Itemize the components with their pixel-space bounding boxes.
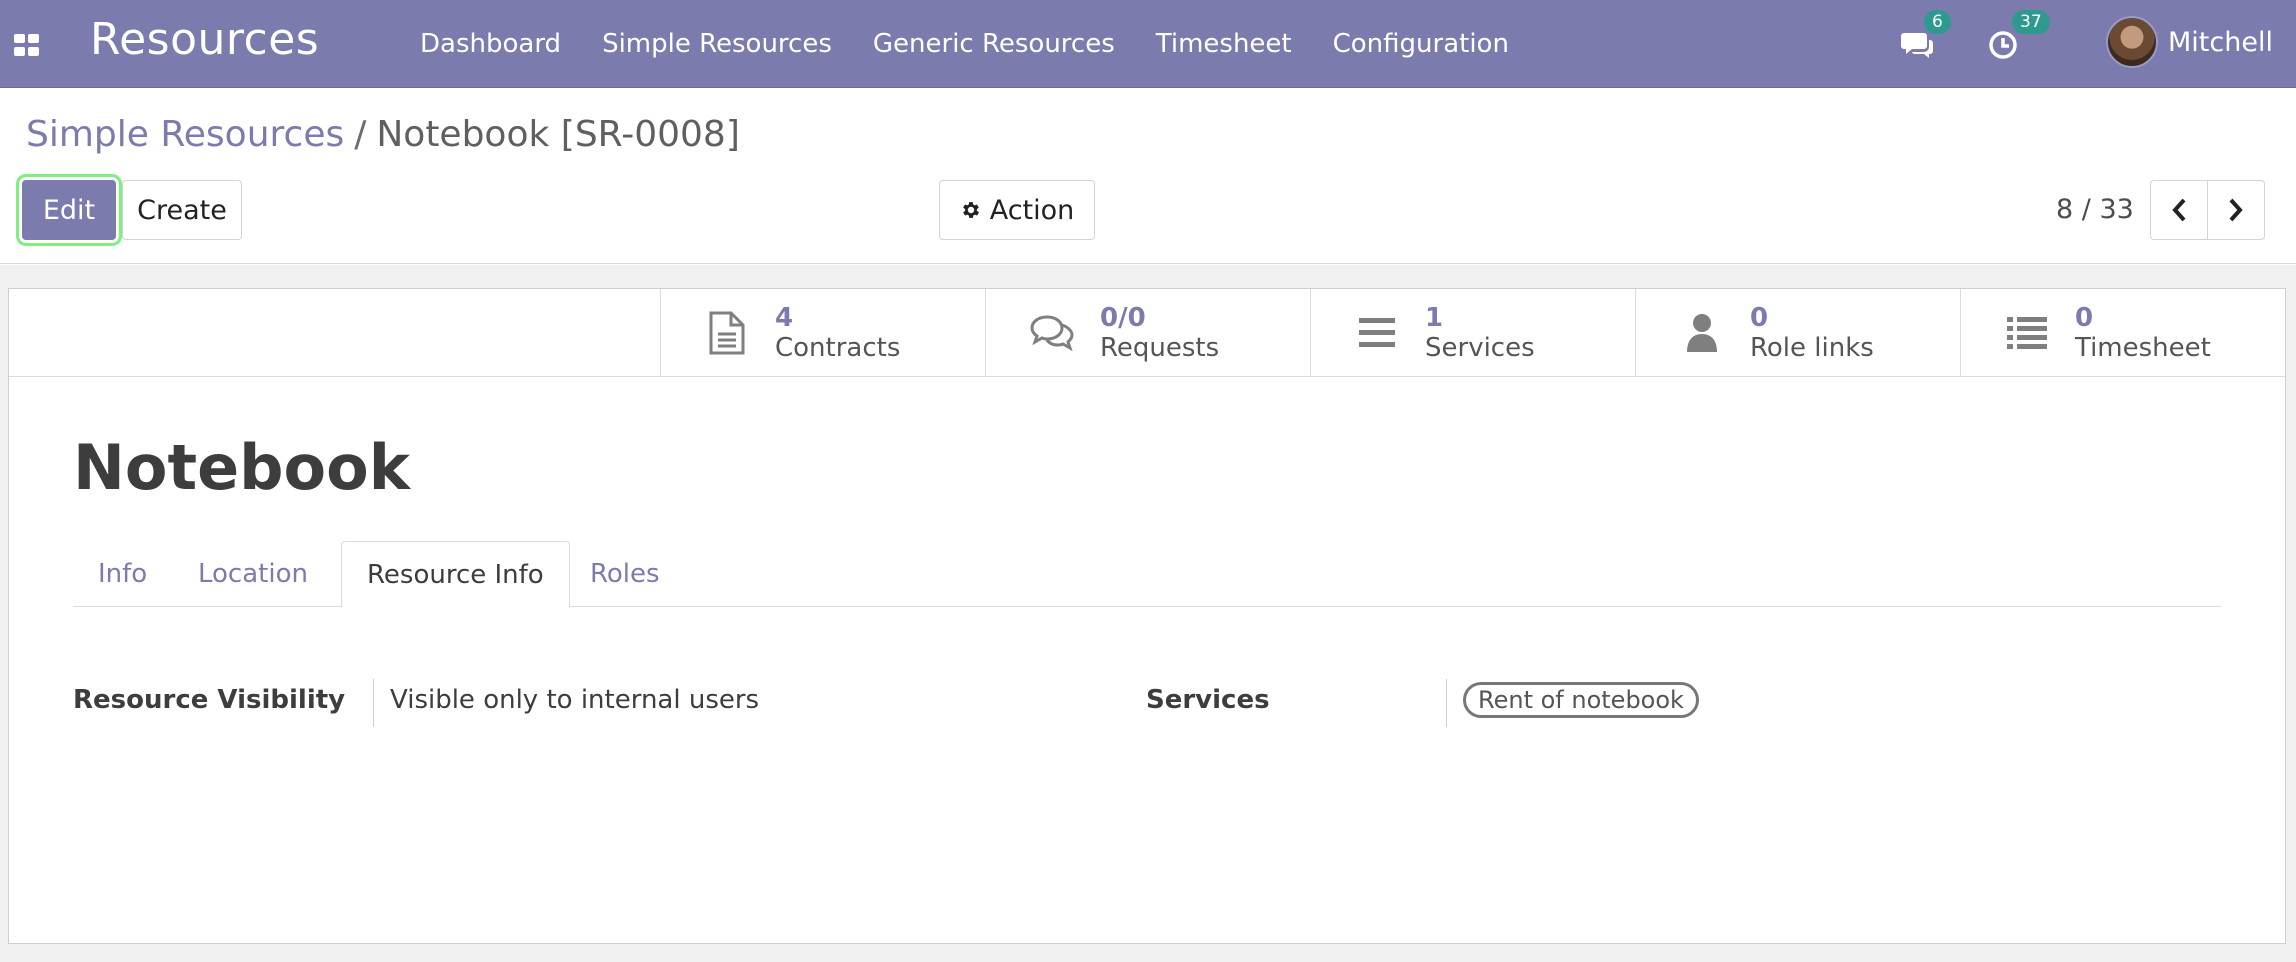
menu-simple-resources[interactable]: Simple Resources (602, 29, 832, 59)
resource-visibility-label: Resource Visibility (73, 685, 346, 715)
bars-icon (1359, 318, 1395, 347)
pager-previous-button[interactable] (2150, 180, 2208, 240)
breadcrumb-current: Notebook [SR-0008] (376, 114, 740, 155)
notebook-tabs: Info Location Resource Info Roles (73, 541, 2221, 608)
form-sheet: 4 Contracts 0/0 Requests 1 Services 0 Ro… (8, 288, 2286, 944)
requests-label: Requests (1100, 333, 1220, 363)
control-panel: Simple Resources / Notebook [SR-0008] Edit… (0, 88, 2296, 264)
tab-roles[interactable]: Roles (565, 541, 685, 607)
requests-smart-button[interactable]: 0/0 Requests (985, 289, 1310, 377)
clock-icon (1989, 31, 2017, 59)
breadcrumb: Simple Resources / Notebook [SR-0008] (26, 114, 740, 155)
role-links-count: 0 (1750, 303, 1769, 333)
timesheet-label: Timesheet (2075, 333, 2211, 363)
comments-icon (1030, 315, 1074, 352)
contracts-count: 4 (775, 303, 794, 333)
services-smart-button[interactable]: 1 Services (1310, 289, 1635, 377)
menu-timesheet[interactable]: Timesheet (1156, 29, 1292, 59)
timesheet-count: 0 (2075, 303, 2094, 333)
smart-button-box: 4 Contracts 0/0 Requests 1 Services 0 Ro… (9, 289, 2285, 377)
list-icon (2007, 317, 2047, 349)
breadcrumb-separator: / (354, 114, 367, 155)
activities-tray[interactable]: 37 (1988, 10, 2050, 60)
role-links-smart-button[interactable]: 0 Role links (1635, 289, 1960, 377)
record-title: Notebook (73, 431, 410, 504)
tab-info[interactable]: Info (73, 541, 172, 607)
avatar (2106, 16, 2158, 68)
menu-configuration[interactable]: Configuration (1333, 29, 1509, 59)
chevron-right-icon (2229, 198, 2243, 222)
services-label: Services (1425, 333, 1535, 363)
chevron-left-icon (2172, 198, 2186, 222)
tab-resource-info[interactable]: Resource Info (341, 541, 570, 608)
role-links-label: Role links (1750, 333, 1874, 363)
contracts-label: Contracts (775, 333, 901, 363)
services-count: 1 (1425, 303, 1444, 333)
user-name: Mitchell (2168, 26, 2273, 58)
messages-badge: 6 (1924, 10, 1951, 34)
grid-icon[interactable] (14, 34, 40, 56)
user-icon (1687, 314, 1717, 352)
top-navbar: Resources Dashboard Simple Resources Gen… (0, 0, 2296, 88)
app-brand[interactable]: Resources (90, 14, 319, 65)
resource-visibility-value: Visible only to internal users (390, 685, 760, 715)
action-button[interactable]: Action (939, 180, 1095, 240)
create-button[interactable]: Create (122, 180, 242, 240)
contracts-smart-button[interactable]: 4 Contracts (660, 289, 985, 377)
field-divider (1446, 679, 1447, 727)
pager-next-button[interactable] (2207, 180, 2265, 240)
gear-icon (962, 202, 979, 218)
chat-icon (1901, 33, 1933, 58)
pager-value[interactable]: 8 / 33 (2056, 194, 2134, 225)
field-divider (373, 679, 374, 727)
breadcrumb-parent[interactable]: Simple Resources (26, 114, 344, 155)
service-tag[interactable]: Rent of notebook (1463, 682, 1699, 718)
edit-button[interactable]: Edit (22, 180, 116, 240)
tab-location[interactable]: Location (173, 541, 333, 607)
action-label: Action (989, 194, 1075, 226)
services-label: Services (1146, 685, 1270, 715)
menu-dashboard[interactable]: Dashboard (420, 29, 561, 59)
main-menu: Dashboard Simple Resources Generic Resou… (420, 0, 1550, 88)
document-icon (709, 311, 745, 355)
menu-generic-resources[interactable]: Generic Resources (873, 29, 1115, 59)
user-menu[interactable]: Mitchell (2106, 16, 2273, 68)
messages-tray[interactable]: 6 (1900, 10, 1951, 60)
timesheet-smart-button[interactable]: 0 Timesheet (1960, 289, 2285, 377)
activities-badge: 37 (2012, 10, 2050, 34)
requests-count: 0/0 (1100, 303, 1146, 333)
